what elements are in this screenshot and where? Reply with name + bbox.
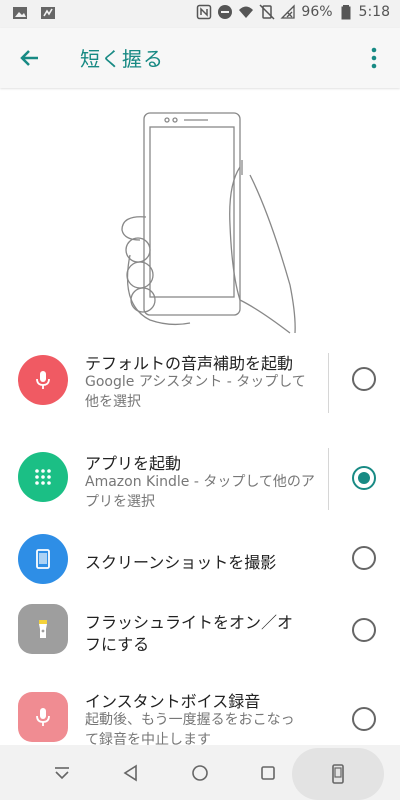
option-title-line1: フラッシュライトをオン／オ [85,613,294,632]
option-subtitle-line2: 他を選択 [85,394,141,410]
clock: 5:18 [358,4,390,20]
more-options-button[interactable] [362,44,386,72]
recents-nav-button[interactable] [254,759,282,787]
navigation-bar [0,745,400,800]
radio-instant-voice-record[interactable] [352,707,376,731]
option-instant-voice-record[interactable]: インスタントボイス録音 起動後、もう一度握るをおこなっ て録音を中止します [0,685,400,745]
battery-icon [338,4,354,20]
app-grid-icon [18,452,68,502]
square-recents-icon [261,766,275,780]
voice-recorder-icon [18,692,68,742]
screen-capture-icon [332,764,344,784]
screenshot-nav-button[interactable] [292,748,384,800]
divider [328,353,329,413]
wifi-icon [238,4,254,20]
page-title: 短く握る [80,47,164,71]
nfc-icon [196,4,212,20]
status-bar: 96% 5:18 [0,0,400,28]
play-store-icon [40,5,56,21]
option-subtitle-line2: て録音を中止します [85,732,211,745]
flashlight-icon [18,604,68,654]
app-bar: 短く握る [0,28,400,88]
battery-percent: 96% [301,4,333,20]
option-screenshot[interactable]: スクリーンショットを撮影 [0,530,400,590]
hide-nav-button[interactable] [48,759,76,787]
option-subtitle-line1: Amazon Kindle - タップして他のア [85,474,315,490]
chevron-down-icon [55,767,69,780]
option-title: スクリーンショットを撮影 [85,553,277,572]
option-title-line2: フにする [85,635,150,654]
do-not-disturb-icon [217,4,233,20]
microphone-icon [18,355,68,405]
back-nav-button[interactable] [117,759,145,787]
back-button[interactable] [16,44,44,72]
option-subtitle-line1: 起動後、もう一度握るをおこなっ [85,712,295,728]
radio-launch-app[interactable] [352,466,376,490]
more-vert-icon [371,47,377,69]
divider [328,448,329,510]
gallery-icon [12,5,28,21]
option-default-voice-assist[interactable]: テフォルトの音声補助を起動 Google アシスタント - タップして 他を選択 [0,345,400,425]
option-subtitle-line2: プリを選択 [85,494,155,510]
screenshot-icon [18,534,68,584]
option-title: インスタントボイス録音 [85,692,261,711]
option-subtitle-line1: Google アシスタント - タップして [85,374,306,390]
no-signal-icon [280,4,296,20]
radio-screenshot[interactable] [352,546,376,570]
triangle-back-icon [123,764,137,782]
option-launch-app[interactable]: アプリを起動 Amazon Kindle - タップして他のア プリを選択 [0,445,400,525]
radio-default-voice-assist[interactable] [352,367,376,391]
radio-flashlight[interactable] [352,618,376,642]
home-nav-button[interactable] [186,759,214,787]
option-flashlight[interactable]: フラッシュライトをオン／オ フにする [0,600,400,660]
squeeze-illustration [110,105,310,340]
option-title: テフォルトの音声補助を起動 [85,354,294,373]
home-circle-icon [192,765,208,781]
option-title: アプリを起動 [85,454,182,473]
arrow-left-icon [20,50,38,66]
vibrate-off-icon [259,4,275,20]
